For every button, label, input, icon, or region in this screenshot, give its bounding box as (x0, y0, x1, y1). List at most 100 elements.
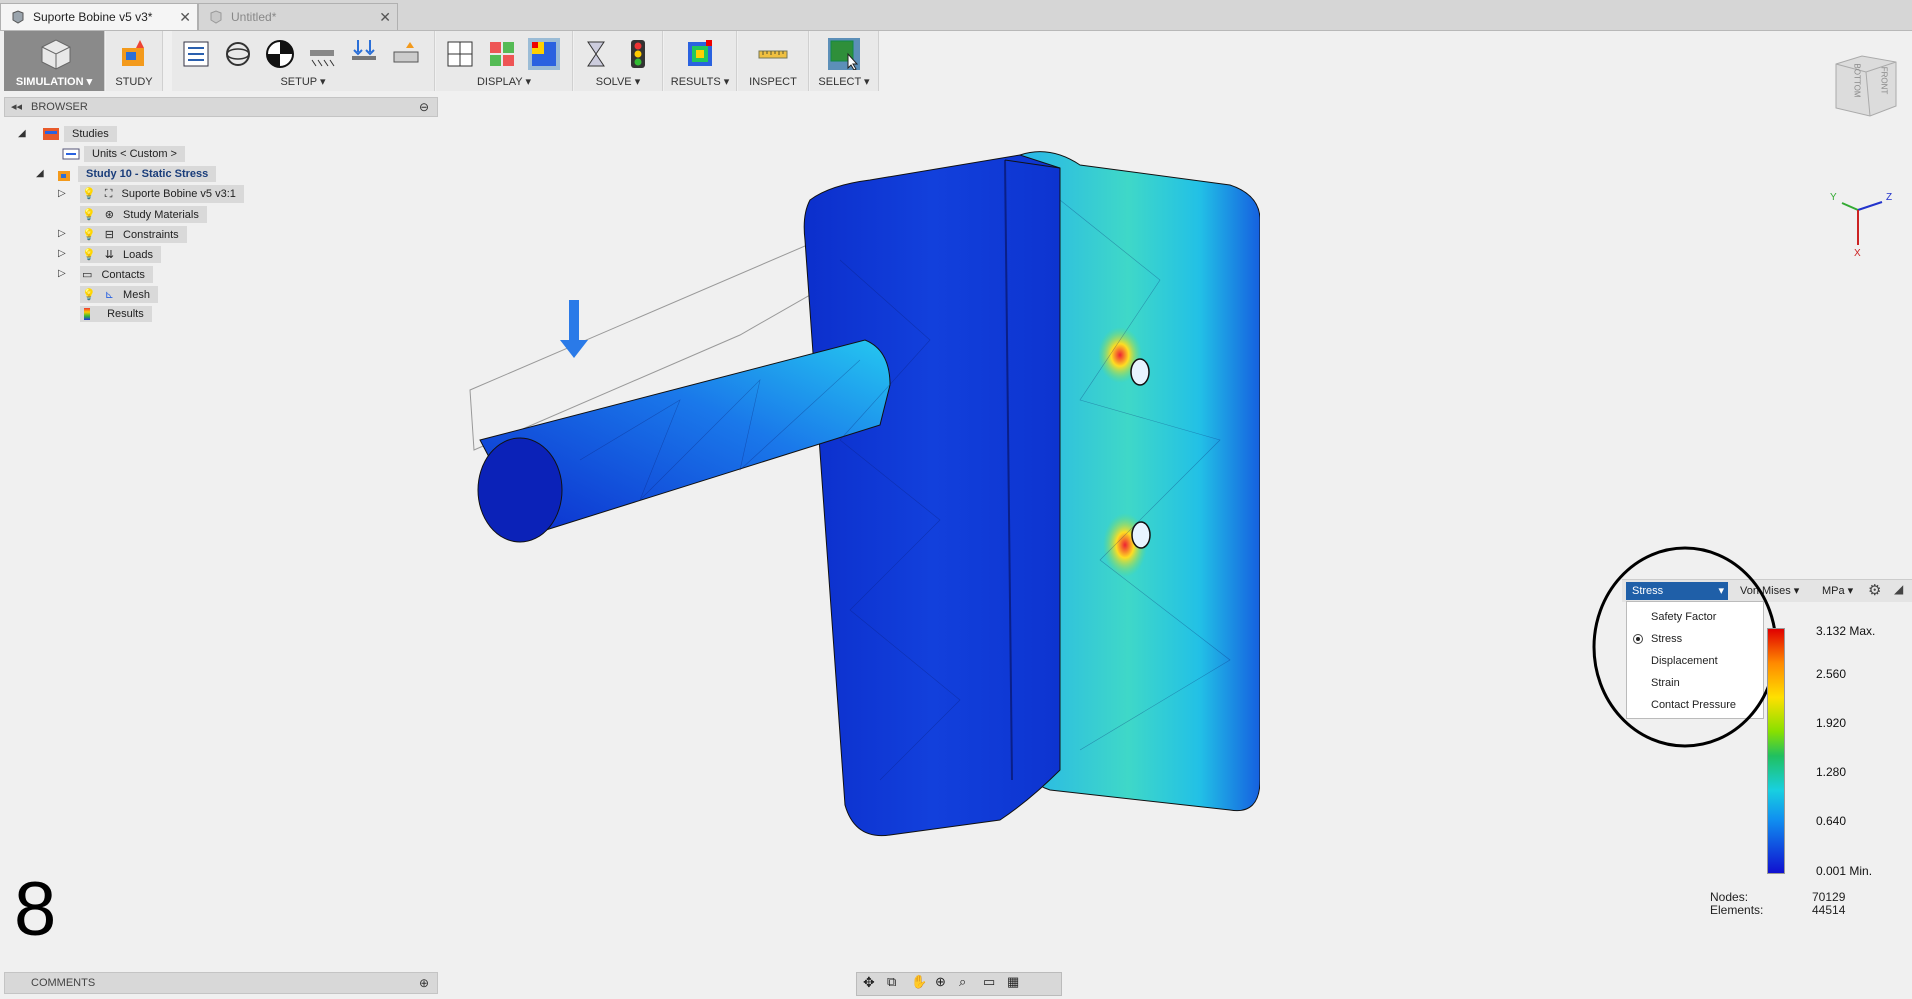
study-label: STUDY (115, 76, 153, 88)
tree-item-results[interactable]: Results (80, 304, 244, 324)
zoom-icon[interactable]: ⊕ (935, 974, 955, 994)
materials-icon: ⊛ (104, 208, 114, 221)
expand-icon[interactable]: ▷ (58, 188, 70, 200)
tab-label: Suporte Bobine v5 v3* (33, 10, 153, 24)
expand-icon[interactable]: ▷ (58, 228, 70, 240)
viewcube-face-bottom[interactable]: BOTTOM (1853, 63, 1862, 97)
tree-item-constraints[interactable]: ▷ 💡 ⊟ Constraints (58, 224, 244, 244)
pre-check-icon (587, 41, 605, 67)
legend-value: 2.560 (1816, 667, 1847, 681)
nodes-value: 70129 (1812, 890, 1846, 904)
mesh-icon: ⊾ (104, 288, 114, 301)
document-tab-active[interactable]: Suporte Bobine v5 v3* ✕ (0, 3, 198, 30)
document-icon (12, 10, 24, 24)
add-comment-icon[interactable]: ⊕ (419, 976, 429, 990)
study-group[interactable]: STUDY (106, 31, 163, 91)
legend-max-value: 3.132 Max. (1816, 624, 1876, 638)
lightbulb-icon[interactable]: 💡 (82, 209, 96, 221)
lightbulb-icon[interactable]: 💡 (82, 289, 96, 301)
expanded-icon[interactable]: ◢ (36, 168, 48, 180)
setup-label: SETUP ▾ (280, 76, 326, 88)
browser-title: BROWSER (31, 101, 88, 113)
results-icon (688, 40, 712, 66)
tree-item-component[interactable]: ▷ 💡 ⛶ Suporte Bobine v5 v3:1 (58, 184, 244, 204)
select-group[interactable]: SELECT ▾ (810, 31, 879, 91)
materials-icon (226, 42, 250, 66)
workspace-switcher[interactable]: SIMULATION ▾ (4, 31, 105, 91)
close-icon[interactable]: ✕ (379, 9, 391, 26)
solve-group[interactable]: SOLVE ▾ (574, 31, 663, 91)
look-at-icon[interactable]: ⧉ (887, 974, 907, 994)
inspect-group[interactable]: INSPECT (738, 31, 809, 91)
workspace-label: SIMULATION ▾ (15, 76, 93, 88)
tree-label-wrap: 💡 ⛶ Suporte Bobine v5 v3:1 (80, 185, 244, 203)
tree-item-units[interactable]: Units < Custom > (62, 144, 244, 164)
viewcube[interactable]: BOTTOM FRONT (1830, 52, 1900, 120)
constraints-icon (310, 50, 335, 67)
constraints-icon: ⊟ (104, 228, 114, 241)
setup-group[interactable]: SETUP ▾ (172, 31, 435, 91)
tree-item-studies[interactable]: ◢ Studies (18, 124, 244, 144)
tree-label-wrap: Results (80, 305, 152, 323)
tree-item-study-10[interactable]: ◢ Study 10 - Static Stress (36, 164, 244, 184)
lightbulb-icon[interactable]: 💡 (82, 229, 96, 241)
lightbulb-icon[interactable]: 💡 (82, 249, 96, 261)
simulation-workspace-icon (41, 39, 71, 70)
tree-item-loads[interactable]: ▷ 💡 ⇊ Loads (58, 244, 244, 264)
browser-header[interactable]: ◂◂ BROWSER ⊖ (4, 97, 438, 117)
legend-value: 0.640 (1816, 814, 1847, 828)
units-icon (62, 148, 80, 160)
display-settings-icon[interactable]: ▭ (983, 974, 1003, 994)
axis-triad: Y Z X (1820, 190, 1900, 260)
pan-icon[interactable]: ✋ (911, 974, 931, 994)
lightbulb-icon[interactable]: 💡 (82, 188, 96, 200)
viewcube-icon (1835, 55, 1897, 117)
expand-icon[interactable]: ▷ (58, 268, 70, 280)
comments-title: COMMENTS (31, 977, 96, 989)
bolt-hole (1131, 521, 1151, 549)
select-icon (828, 38, 860, 70)
solve-label: SOLVE ▾ (595, 76, 641, 88)
display-group[interactable]: DISPLAY ▾ (436, 31, 573, 91)
orbit-icon[interactable]: ✥ (863, 974, 883, 994)
front-plate (803, 154, 1061, 837)
legend-min-value: 0.001 Min. (1816, 864, 1873, 878)
results-group[interactable]: RESULTS ▾ (664, 31, 737, 91)
legend-color-bar (1767, 628, 1785, 874)
tree-item-mesh[interactable]: 💡 ⊾ Mesh (80, 284, 244, 304)
highlight-circle (1592, 546, 1778, 748)
viewcube-face-front[interactable]: FRONT (1879, 67, 1888, 95)
axis-x-label: X (1854, 248, 1861, 259)
browser-minimize-icon[interactable]: ⊖ (419, 100, 429, 114)
unit-dropdown[interactable]: MPa ▾ (1822, 584, 1853, 597)
model-viewport[interactable] (460, 140, 1260, 860)
document-tab-bar: Suporte Bobine v5 v3* ✕ Untitled* ✕ (0, 0, 1912, 31)
nodes-label: Nodes: (1710, 890, 1749, 904)
study-icon (122, 40, 144, 66)
tree-item-contacts[interactable]: ▷ ▭ Contacts (58, 264, 244, 284)
compare-display-icon (490, 42, 514, 66)
collapse-icon[interactable]: ◂◂ (11, 100, 22, 113)
tree-label-wrap: ▭ Contacts (80, 265, 153, 283)
grid-settings-icon[interactable]: ▦ (1007, 974, 1027, 994)
comments-panel[interactable]: COMMENTS ⊕ (4, 972, 438, 994)
axis-z-label: Z (1886, 192, 1893, 203)
document-tab-inactive[interactable]: Untitled* ✕ (198, 3, 398, 30)
results-label: RESULTS ▾ (670, 76, 730, 88)
zoom-window-icon[interactable]: ⌕ (959, 974, 979, 994)
gear-icon[interactable]: ⚙ (1868, 581, 1881, 599)
document-icon (210, 10, 222, 24)
legend-value: 1.280 (1816, 765, 1847, 779)
panel-resize-icon[interactable]: ◢ (1894, 582, 1903, 596)
contacts-icon (393, 42, 419, 63)
expanded-icon[interactable]: ◢ (18, 128, 30, 140)
solve-icon (631, 40, 645, 68)
close-icon[interactable]: ✕ (179, 9, 191, 26)
expand-icon[interactable]: ▷ (58, 248, 70, 260)
display-label: DISPLAY ▾ (476, 76, 532, 88)
elements-value: 44514 (1812, 903, 1846, 917)
toolbar: SIMULATION ▾ STUDY SETUP ▾ DISPLAY ▾ SOL… (0, 31, 1912, 91)
tree-item-materials[interactable]: 💡 ⊛ Study Materials (80, 204, 244, 224)
study-icon (58, 171, 70, 181)
measure-icon (758, 50, 788, 59)
